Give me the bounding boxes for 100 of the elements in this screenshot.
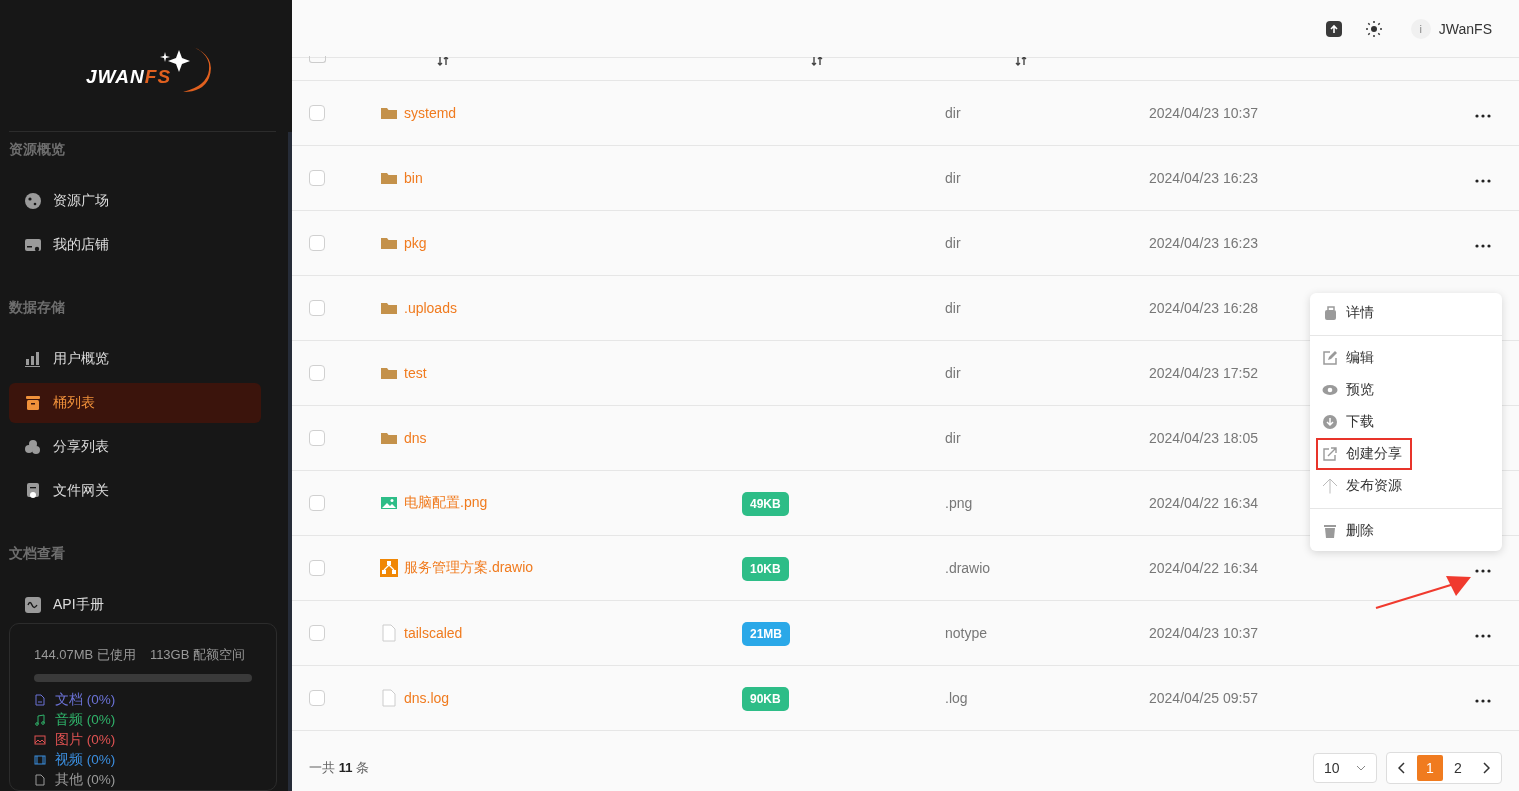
other-icon <box>34 774 46 786</box>
table-cell: .log <box>945 690 968 706</box>
chevron-left-icon <box>1398 762 1406 774</box>
upload-icon[interactable] <box>1324 19 1343 38</box>
menu-item[interactable]: 创建分享 <box>1316 438 1412 470</box>
checkbox[interactable] <box>309 235 325 251</box>
table-cell: 2024/04/23 18:05 <box>1149 430 1258 446</box>
category-label: 文档 (0%) <box>55 691 116 709</box>
share-icon <box>1322 446 1338 462</box>
quota-label: 113GB 配额空间 <box>149 646 245 664</box>
up-arrow-icon <box>1322 478 1338 494</box>
caret-icon <box>1356 765 1366 771</box>
menu-item[interactable]: 发布资源 <box>1310 470 1494 502</box>
chart-icon <box>24 350 42 368</box>
bucket-icon <box>24 394 42 412</box>
more-icon[interactable] <box>1475 179 1491 183</box>
table-cell: .png <box>945 495 973 511</box>
image-icon <box>380 494 398 512</box>
doc-icon <box>34 694 46 706</box>
nav-item[interactable]: 资源广场 <box>9 181 261 221</box>
used-label: 144.07MB 已使用 <box>34 646 136 664</box>
more-icon[interactable] <box>1475 244 1491 248</box>
table-cell: 2024/04/25 09:57 <box>1149 690 1258 706</box>
edit-icon <box>1322 350 1338 366</box>
table-cell: dir <box>945 430 961 446</box>
section-title: 数据存储 <box>9 299 66 317</box>
eye-icon <box>1322 382 1338 398</box>
menu-item[interactable]: 预览 <box>1310 374 1494 406</box>
menu-item[interactable]: 编辑 <box>1310 342 1494 374</box>
checkbox[interactable] <box>309 56 326 63</box>
section-title: 资源概览 <box>9 141 66 159</box>
checkbox[interactable] <box>309 560 325 576</box>
nav-item[interactable]: 用户概览 <box>9 339 261 379</box>
table-cell: 2024/04/22 16:34 <box>1149 495 1258 511</box>
menu-item[interactable]: 删除 <box>1310 515 1494 547</box>
sun-icon[interactable] <box>1364 19 1383 38</box>
category-label: 图片 (0%) <box>55 731 116 749</box>
gateway-icon <box>24 482 42 500</box>
table-cell: 2024/04/22 16:34 <box>1149 560 1258 576</box>
user-name[interactable]: JWanFS <box>1438 20 1492 37</box>
more-icon[interactable] <box>1475 569 1491 573</box>
sort-icon[interactable] <box>1015 57 1027 67</box>
size-badge: 10KB <box>742 557 789 581</box>
more-icon[interactable] <box>1475 699 1491 703</box>
table-cell: 2024/04/23 16:28 <box>1149 300 1258 316</box>
clipboard-icon <box>1322 305 1338 321</box>
category-label: 视频 (0%) <box>55 751 116 769</box>
nav-item[interactable]: API手册 <box>9 585 261 625</box>
checkbox[interactable] <box>309 690 325 706</box>
table-cell: dir <box>945 105 961 121</box>
checkbox[interactable] <box>309 365 325 381</box>
diagram-icon <box>380 559 398 577</box>
checkbox[interactable] <box>309 625 325 641</box>
category-label: 其他 (0%) <box>55 771 116 789</box>
logo: JWANFS <box>81 35 218 96</box>
more-icon[interactable] <box>1475 114 1491 118</box>
table-cell: dir <box>945 170 961 186</box>
file-icon <box>380 689 398 707</box>
api-icon <box>24 596 42 614</box>
checkbox[interactable] <box>309 170 325 186</box>
checkbox[interactable] <box>309 430 325 446</box>
table-cell: .drawio <box>945 560 991 576</box>
total-count: 一共 11 条 <box>309 759 369 777</box>
globe-icon <box>24 192 42 210</box>
size-badge: 49KB <box>742 492 789 516</box>
table-cell: dir <box>945 300 961 316</box>
video-icon <box>34 754 46 766</box>
image-icon <box>34 734 46 746</box>
audio-icon <box>34 714 46 726</box>
store-icon <box>24 236 42 254</box>
nav-item[interactable]: 文件网关 <box>9 471 261 511</box>
chevron-right-icon <box>1482 762 1490 774</box>
trash-icon <box>1322 523 1338 539</box>
menu-item[interactable]: 详情 <box>1310 297 1494 329</box>
sort-icon[interactable] <box>811 57 823 67</box>
checkbox[interactable] <box>309 495 325 511</box>
size-badge: 21MB <box>742 622 790 646</box>
table-cell: dir <box>945 365 961 381</box>
table-cell: 2024/04/23 10:37 <box>1149 105 1258 121</box>
table-cell: 2024/04/23 10:37 <box>1149 625 1258 641</box>
checkbox[interactable] <box>309 300 325 316</box>
checkbox[interactable] <box>309 105 325 121</box>
sort-icon[interactable] <box>437 57 449 67</box>
nav-item[interactable]: 分享列表 <box>9 427 261 467</box>
cloud-icon <box>24 438 42 456</box>
download-icon <box>1322 414 1338 430</box>
nav-item[interactable]: 我的店铺 <box>9 225 261 265</box>
table-cell: 2024/04/23 16:23 <box>1149 170 1258 186</box>
table-cell: dir <box>945 235 961 251</box>
menu-item[interactable]: 下载 <box>1310 406 1494 438</box>
table-cell: notype <box>945 625 988 641</box>
page-size-select[interactable]: 10 <box>1313 753 1377 783</box>
section-title: 文档查看 <box>9 545 66 563</box>
more-icon[interactable] <box>1475 634 1491 638</box>
table-cell: 2024/04/23 17:52 <box>1149 365 1258 381</box>
nav-item[interactable]: 桶列表 <box>9 383 261 423</box>
category-label: 音频 (0%) <box>55 711 116 729</box>
file-icon <box>380 624 398 642</box>
table-cell: 2024/04/23 16:23 <box>1149 235 1258 251</box>
size-badge: 90KB <box>742 687 789 711</box>
